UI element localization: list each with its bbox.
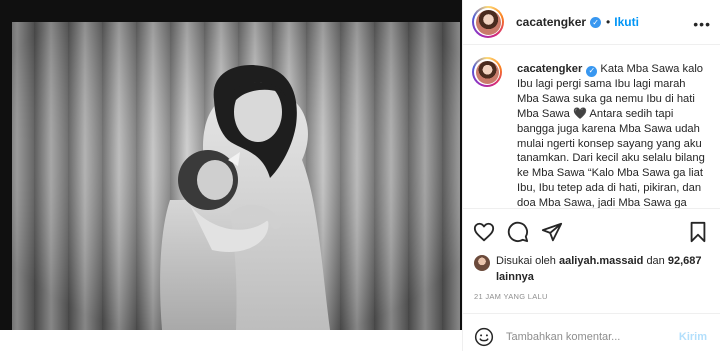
post-sidebar: cacatengker ✓ • Ikuti ••• cacatengker ✓ K… xyxy=(462,0,720,351)
share-icon[interactable] xyxy=(541,221,563,243)
comment-form: Kirim xyxy=(463,313,720,351)
caption-username[interactable]: cacatengker xyxy=(517,63,582,75)
avatar[interactable] xyxy=(472,6,504,38)
likes-connector: dan xyxy=(646,255,665,267)
actions-section: Disukai oleh aaliyah.massaid dan 92,687 … xyxy=(463,208,720,351)
post-timestamp[interactable]: 21 JAM YANG LALU xyxy=(474,292,548,301)
post-image xyxy=(0,0,462,330)
emoji-icon[interactable] xyxy=(474,327,494,347)
verified-badge-icon: ✓ xyxy=(590,16,602,28)
likes-prefix: Disukai oleh xyxy=(496,255,556,267)
caption-section: cacatengker ✓ Kata Mba Sawa kalo Ibu lagi… xyxy=(463,46,720,208)
post-header: cacatengker ✓ • Ikuti ••• xyxy=(463,0,720,45)
caption-avatar[interactable] xyxy=(472,57,502,87)
header-separator: • xyxy=(606,15,611,29)
liker-avatar[interactable] xyxy=(474,255,490,271)
caption-body: Kata Mba Sawa kalo Ibu lagi pergi sama I… xyxy=(517,63,705,208)
action-bar xyxy=(473,221,575,243)
more-options-icon[interactable]: ••• xyxy=(693,16,711,32)
verified-badge-icon: ✓ xyxy=(586,65,598,77)
username-link[interactable]: cacatengker xyxy=(516,15,586,29)
comment-icon[interactable] xyxy=(507,221,529,243)
likes-summary: Disukai oleh aaliyah.massaid dan 92,687 … xyxy=(474,254,716,285)
follow-button[interactable]: Ikuti xyxy=(614,15,639,29)
bookmark-icon[interactable] xyxy=(687,221,709,243)
caption-text: cacatengker ✓ Kata Mba Sawa kalo Ibu lagi… xyxy=(517,62,707,208)
avatar-image xyxy=(475,9,501,35)
post-comment-button[interactable]: Kirim xyxy=(679,331,707,343)
comment-input[interactable] xyxy=(506,331,671,343)
avatar-image xyxy=(475,60,499,84)
heart-icon[interactable] xyxy=(473,221,495,243)
liker-username[interactable]: aaliyah.massaid xyxy=(559,255,643,267)
post-photo[interactable] xyxy=(0,0,462,330)
